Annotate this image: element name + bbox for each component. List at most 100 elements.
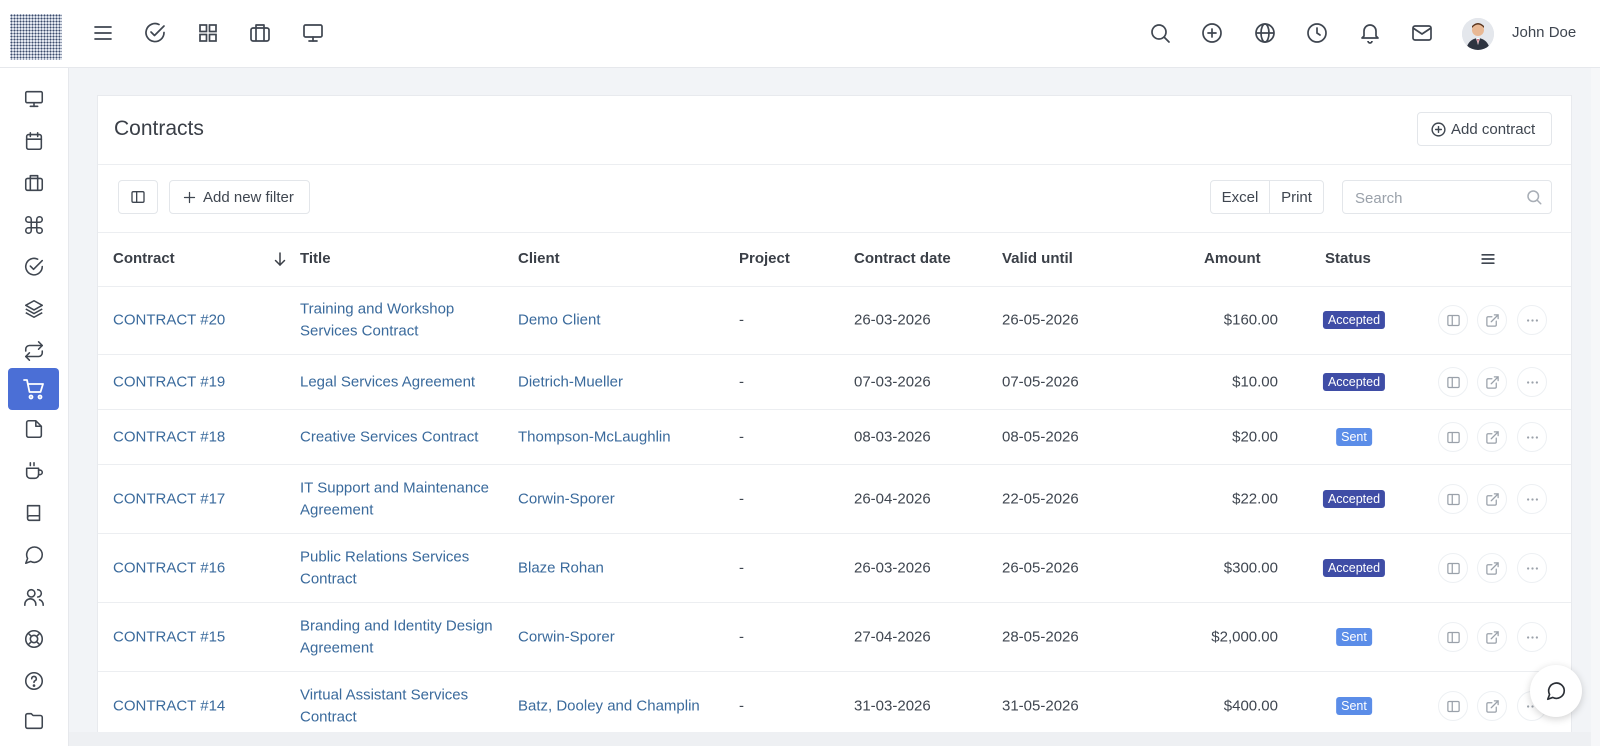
add-filter-button[interactable]: Add new filter: [169, 180, 310, 214]
sidebar-item-dashboard[interactable]: [8, 78, 59, 120]
more-options-button[interactable]: [1517, 553, 1547, 583]
sidebar-item-sales[interactable]: [8, 368, 59, 410]
more-options-button[interactable]: [1517, 305, 1547, 335]
preview-button[interactable]: [1438, 691, 1468, 721]
sidebar-item-tasks[interactable]: [8, 246, 59, 288]
cell-contract[interactable]: CONTRACT #20: [113, 309, 273, 331]
sidebar-item-messages[interactable]: [8, 534, 59, 576]
cell-title[interactable]: Legal Services Agreement: [300, 371, 505, 393]
cell-title[interactable]: Creative Services Contract: [300, 426, 505, 448]
clock-icon[interactable]: [1305, 21, 1329, 45]
external-link-icon: [1485, 492, 1499, 506]
command-icon: [24, 216, 43, 234]
sidebar-item-calendar[interactable]: [8, 120, 59, 162]
sidebar-item-team[interactable]: [8, 576, 59, 618]
check-circle-icon[interactable]: [143, 21, 167, 45]
column-header-status[interactable]: Status: [1325, 250, 1371, 267]
cell-project: -: [739, 428, 744, 446]
preview-button[interactable]: [1438, 367, 1468, 397]
open-external-button[interactable]: [1477, 367, 1507, 397]
sort-down-icon[interactable]: [271, 250, 289, 268]
sidebar-item-projects[interactable]: [8, 162, 59, 204]
column-options-icon[interactable]: [1478, 249, 1498, 269]
cell-client[interactable]: Demo Client: [518, 309, 728, 331]
briefcase-icon[interactable]: [248, 21, 272, 45]
more-options-button[interactable]: [1517, 622, 1547, 652]
sidebar-item-layers[interactable]: [8, 288, 59, 330]
toggle-columns-button[interactable]: [118, 180, 158, 214]
sidebar-item-knowledge[interactable]: [8, 492, 59, 534]
more-options-button[interactable]: [1517, 422, 1547, 452]
column-header-title[interactable]: Title: [300, 250, 331, 267]
sidebar-item-files[interactable]: [8, 408, 59, 450]
plus-circle-icon[interactable]: [1200, 21, 1224, 45]
sidebar-item-command[interactable]: [8, 204, 59, 246]
open-external-button[interactable]: [1477, 484, 1507, 514]
column-header-valid-until[interactable]: Valid until: [1002, 250, 1073, 267]
menu-icon[interactable]: [91, 21, 115, 45]
cell-client[interactable]: Corwin-Sporer: [518, 488, 728, 510]
open-external-button[interactable]: [1477, 422, 1507, 452]
cell-title[interactable]: Virtual Assistant Services Contract: [300, 685, 505, 728]
cell-client[interactable]: Corwin-Sporer: [518, 626, 728, 648]
column-header-contract[interactable]: Contract: [113, 250, 175, 267]
search-input[interactable]: [1353, 187, 1517, 209]
cell-title[interactable]: Public Relations Services Contract: [300, 547, 505, 590]
monitor-icon[interactable]: [301, 21, 325, 45]
cell-title[interactable]: Training and Workshop Services Contract: [300, 299, 505, 342]
avatar[interactable]: [1462, 18, 1494, 50]
cell-title[interactable]: IT Support and Maintenance Agreement: [300, 478, 505, 521]
cell-title[interactable]: Branding and Identity Design Agreement: [300, 616, 505, 659]
vertical-scrollbar[interactable]: [1591, 68, 1600, 746]
chat-button[interactable]: [1530, 665, 1582, 717]
preview-button[interactable]: [1438, 484, 1468, 514]
column-header-project[interactable]: Project: [739, 250, 790, 267]
user-name[interactable]: John Doe: [1512, 24, 1576, 41]
open-external-button[interactable]: [1477, 553, 1507, 583]
preview-button[interactable]: [1438, 422, 1468, 452]
grid-icon[interactable]: [196, 21, 220, 45]
cell-client[interactable]: Dietrich-Mueller: [518, 371, 728, 393]
cell-contract[interactable]: CONTRACT #18: [113, 426, 273, 448]
sidebar-item-support[interactable]: [8, 618, 59, 660]
cell-contract[interactable]: CONTRACT #14: [113, 695, 273, 717]
external-link-icon: [1485, 561, 1499, 575]
more-options-button[interactable]: [1517, 484, 1547, 514]
horizontal-scrollbar[interactable]: [69, 732, 1591, 746]
cell-contract[interactable]: CONTRACT #19: [113, 371, 273, 393]
excel-button[interactable]: Excel: [1210, 180, 1270, 214]
monitor-icon: [24, 90, 43, 108]
panel-icon: [1446, 700, 1460, 712]
sidebar-item-folders[interactable]: [8, 700, 59, 742]
open-external-button[interactable]: [1477, 622, 1507, 652]
cell-contract[interactable]: CONTRACT #15: [113, 626, 273, 648]
sidebar-item-coffee[interactable]: [8, 450, 59, 492]
preview-button[interactable]: [1438, 622, 1468, 652]
sidebar-item-help[interactable]: [8, 660, 59, 702]
cell-client[interactable]: Blaze Rohan: [518, 557, 728, 579]
layers-icon: [24, 299, 43, 319]
column-header-contract-date[interactable]: Contract date: [854, 250, 951, 267]
search-icon[interactable]: [1525, 188, 1543, 206]
more-options-button[interactable]: [1517, 367, 1547, 397]
column-header-amount[interactable]: Amount: [1204, 250, 1261, 267]
panel-icon: [1446, 562, 1460, 574]
sidebar-item-recurring[interactable]: [8, 330, 59, 372]
column-header-client[interactable]: Client: [518, 250, 560, 267]
cell-contract[interactable]: CONTRACT #17: [113, 488, 273, 510]
cell-contract[interactable]: CONTRACT #16: [113, 557, 273, 579]
print-button[interactable]: Print: [1269, 180, 1324, 214]
search-icon[interactable]: [1148, 21, 1172, 45]
preview-button[interactable]: [1438, 553, 1468, 583]
cell-client[interactable]: Thompson-McLaughlin: [518, 426, 728, 448]
add-contract-button[interactable]: Add contract: [1417, 112, 1552, 146]
bell-icon[interactable]: [1358, 21, 1382, 45]
open-external-button[interactable]: [1477, 691, 1507, 721]
app-logo[interactable]: [10, 14, 62, 60]
open-external-button[interactable]: [1477, 305, 1507, 335]
preview-button[interactable]: [1438, 305, 1468, 335]
add-contract-label: Add contract: [1451, 120, 1536, 138]
globe-icon[interactable]: [1253, 21, 1277, 45]
cell-client[interactable]: Batz, Dooley and Champlin: [518, 695, 728, 717]
mail-icon[interactable]: [1410, 21, 1434, 45]
